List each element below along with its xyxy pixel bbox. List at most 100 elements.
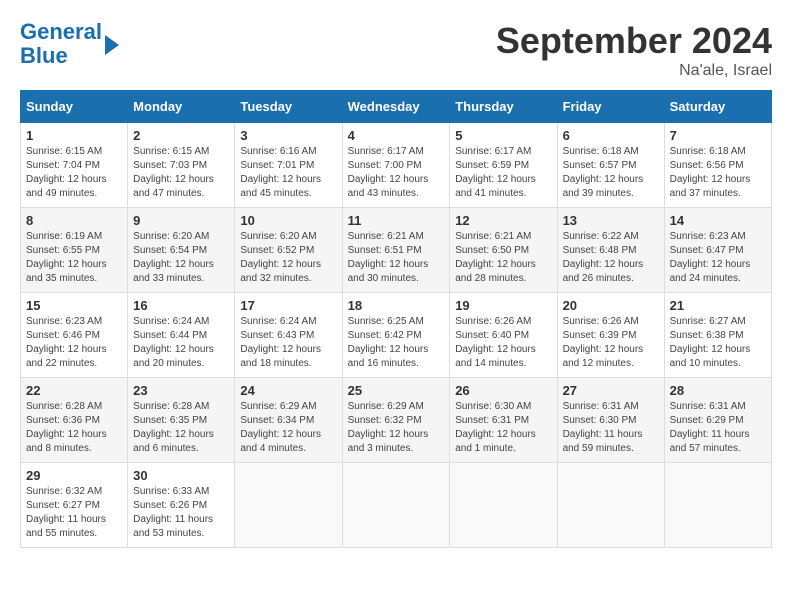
day-number: 4	[348, 128, 445, 143]
day-info: Sunrise: 6:17 AMSunset: 7:00 PMDaylight:…	[348, 145, 445, 201]
page-header: General Blue September 2024 Na'ale, Isra…	[20, 20, 772, 80]
day-number: 1	[26, 128, 122, 143]
day-info: Sunrise: 6:32 AMSunset: 6:27 PMDaylight:…	[26, 485, 122, 541]
day-info: Sunrise: 6:15 AMSunset: 7:04 PMDaylight:…	[26, 145, 122, 201]
day-info: Sunrise: 6:31 AMSunset: 6:29 PMDaylight:…	[670, 400, 766, 456]
day-info: Sunrise: 6:33 AMSunset: 6:26 PMDaylight:…	[133, 485, 229, 541]
day-number: 7	[670, 128, 766, 143]
day-number: 16	[133, 298, 229, 313]
day-info: Sunrise: 6:20 AMSunset: 6:54 PMDaylight:…	[133, 230, 229, 286]
day-info: Sunrise: 6:21 AMSunset: 6:50 PMDaylight:…	[455, 230, 551, 286]
day-number: 14	[670, 213, 766, 228]
day-number: 27	[563, 383, 659, 398]
calendar-cell: 3 Sunrise: 6:16 AMSunset: 7:01 PMDaylight…	[235, 123, 342, 208]
week-row-1: 1 Sunrise: 6:15 AMSunset: 7:04 PMDaylight…	[21, 123, 772, 208]
day-info: Sunrise: 6:24 AMSunset: 6:43 PMDaylight:…	[240, 315, 336, 371]
calendar-cell: 10 Sunrise: 6:20 AMSunset: 6:52 PMDayligh…	[235, 208, 342, 293]
day-number: 17	[240, 298, 336, 313]
calendar-cell: 27 Sunrise: 6:31 AMSunset: 6:30 PMDayligh…	[557, 378, 664, 463]
day-info: Sunrise: 6:22 AMSunset: 6:48 PMDaylight:…	[563, 230, 659, 286]
week-row-5: 29 Sunrise: 6:32 AMSunset: 6:27 PMDayligh…	[21, 463, 772, 548]
calendar-cell: 14 Sunrise: 6:23 AMSunset: 6:47 PMDayligh…	[664, 208, 771, 293]
day-info: Sunrise: 6:15 AMSunset: 7:03 PMDaylight:…	[133, 145, 229, 201]
calendar-cell: 25Sunrise: 6:29 AMSunset: 6:32 PMDayligh…	[342, 378, 450, 463]
calendar-cell: 17 Sunrise: 6:24 AMSunset: 6:43 PMDayligh…	[235, 293, 342, 378]
calendar-cell: 20 Sunrise: 6:26 AMSunset: 6:39 PMDayligh…	[557, 293, 664, 378]
day-number: 26	[455, 383, 551, 398]
calendar-cell: 21 Sunrise: 6:27 AMSunset: 6:38 PMDayligh…	[664, 293, 771, 378]
calendar-cell	[235, 463, 342, 548]
week-row-3: 15 Sunrise: 6:23 AMSunset: 6:46 PMDayligh…	[21, 293, 772, 378]
day-number: 11	[348, 213, 445, 228]
weekday-header-sunday: Sunday	[21, 91, 128, 123]
calendar-cell: 13Sunrise: 6:22 AMSunset: 6:48 PMDayligh…	[557, 208, 664, 293]
day-number: 20	[563, 298, 659, 313]
day-number: 19	[455, 298, 551, 313]
day-number: 6	[563, 128, 659, 143]
calendar-cell	[557, 463, 664, 548]
day-number: 29	[26, 468, 122, 483]
calendar-cell: 23Sunrise: 6:28 AMSunset: 6:35 PMDayligh…	[128, 378, 235, 463]
week-row-2: 8Sunrise: 6:19 AMSunset: 6:55 PMDaylight…	[21, 208, 772, 293]
calendar-cell	[342, 463, 450, 548]
calendar-cell	[664, 463, 771, 548]
day-number: 2	[133, 128, 229, 143]
logo-text: General Blue	[20, 20, 102, 68]
day-number: 25	[348, 383, 445, 398]
weekday-header-tuesday: Tuesday	[235, 91, 342, 123]
day-number: 30	[133, 468, 229, 483]
calendar-cell: 6 Sunrise: 6:18 AMSunset: 6:57 PMDaylight…	[557, 123, 664, 208]
calendar-cell: 29 Sunrise: 6:32 AMSunset: 6:27 PMDayligh…	[21, 463, 128, 548]
calendar-cell: 11 Sunrise: 6:21 AMSunset: 6:51 PMDayligh…	[342, 208, 450, 293]
day-number: 10	[240, 213, 336, 228]
day-number: 8	[26, 213, 122, 228]
day-number: 15	[26, 298, 122, 313]
weekday-header-friday: Friday	[557, 91, 664, 123]
calendar-header-row: SundayMondayTuesdayWednesdayThursdayFrid…	[21, 91, 772, 123]
day-info: Sunrise: 6:30 AMSunset: 6:31 PMDaylight:…	[455, 400, 551, 456]
day-info: Sunrise: 6:18 AMSunset: 6:56 PMDaylight:…	[670, 145, 766, 201]
logo-arrow-icon	[105, 35, 119, 55]
day-info: Sunrise: 6:18 AMSunset: 6:57 PMDaylight:…	[563, 145, 659, 201]
day-number: 9	[133, 213, 229, 228]
day-info: Sunrise: 6:20 AMSunset: 6:52 PMDaylight:…	[240, 230, 336, 286]
weekday-header-monday: Monday	[128, 91, 235, 123]
calendar-table: SundayMondayTuesdayWednesdayThursdayFrid…	[20, 90, 772, 548]
day-info: Sunrise: 6:23 AMSunset: 6:46 PMDaylight:…	[26, 315, 122, 371]
month-title: September 2024	[496, 20, 772, 62]
day-number: 28	[670, 383, 766, 398]
day-number: 5	[455, 128, 551, 143]
day-info: Sunrise: 6:26 AMSunset: 6:39 PMDaylight:…	[563, 315, 659, 371]
week-row-4: 22Sunrise: 6:28 AMSunset: 6:36 PMDayligh…	[21, 378, 772, 463]
calendar-cell: 26 Sunrise: 6:30 AMSunset: 6:31 PMDayligh…	[450, 378, 557, 463]
calendar-cell: 18Sunrise: 6:25 AMSunset: 6:42 PMDayligh…	[342, 293, 450, 378]
day-info: Sunrise: 6:16 AMSunset: 7:01 PMDaylight:…	[240, 145, 336, 201]
calendar-cell: 24Sunrise: 6:29 AMSunset: 6:34 PMDayligh…	[235, 378, 342, 463]
calendar-cell: 19 Sunrise: 6:26 AMSunset: 6:40 PMDayligh…	[450, 293, 557, 378]
logo-blue: Blue	[20, 43, 68, 68]
calendar-cell: 16Sunrise: 6:24 AMSunset: 6:44 PMDayligh…	[128, 293, 235, 378]
day-info: Sunrise: 6:26 AMSunset: 6:40 PMDaylight:…	[455, 315, 551, 371]
day-info: Sunrise: 6:28 AMSunset: 6:35 PMDaylight:…	[133, 400, 229, 456]
calendar-cell: 5 Sunrise: 6:17 AMSunset: 6:59 PMDaylight…	[450, 123, 557, 208]
day-info: Sunrise: 6:25 AMSunset: 6:42 PMDaylight:…	[348, 315, 445, 371]
calendar-cell: 12Sunrise: 6:21 AMSunset: 6:50 PMDayligh…	[450, 208, 557, 293]
day-info: Sunrise: 6:21 AMSunset: 6:51 PMDaylight:…	[348, 230, 445, 286]
day-info: Sunrise: 6:31 AMSunset: 6:30 PMDaylight:…	[563, 400, 659, 456]
calendar-cell	[450, 463, 557, 548]
day-number: 3	[240, 128, 336, 143]
calendar-cell: 2 Sunrise: 6:15 AMSunset: 7:03 PMDaylight…	[128, 123, 235, 208]
weekday-header-wednesday: Wednesday	[342, 91, 450, 123]
calendar-cell: 9 Sunrise: 6:20 AMSunset: 6:54 PMDaylight…	[128, 208, 235, 293]
weekday-header-saturday: Saturday	[664, 91, 771, 123]
title-block: September 2024 Na'ale, Israel	[496, 20, 772, 80]
calendar-cell: 4 Sunrise: 6:17 AMSunset: 7:00 PMDaylight…	[342, 123, 450, 208]
calendar-cell: 1 Sunrise: 6:15 AMSunset: 7:04 PMDaylight…	[21, 123, 128, 208]
day-number: 21	[670, 298, 766, 313]
calendar-cell: 28 Sunrise: 6:31 AMSunset: 6:29 PMDayligh…	[664, 378, 771, 463]
day-info: Sunrise: 6:27 AMSunset: 6:38 PMDaylight:…	[670, 315, 766, 371]
day-info: Sunrise: 6:17 AMSunset: 6:59 PMDaylight:…	[455, 145, 551, 201]
day-info: Sunrise: 6:29 AMSunset: 6:34 PMDaylight:…	[240, 400, 336, 456]
day-info: Sunrise: 6:23 AMSunset: 6:47 PMDaylight:…	[670, 230, 766, 286]
day-number: 22	[26, 383, 122, 398]
